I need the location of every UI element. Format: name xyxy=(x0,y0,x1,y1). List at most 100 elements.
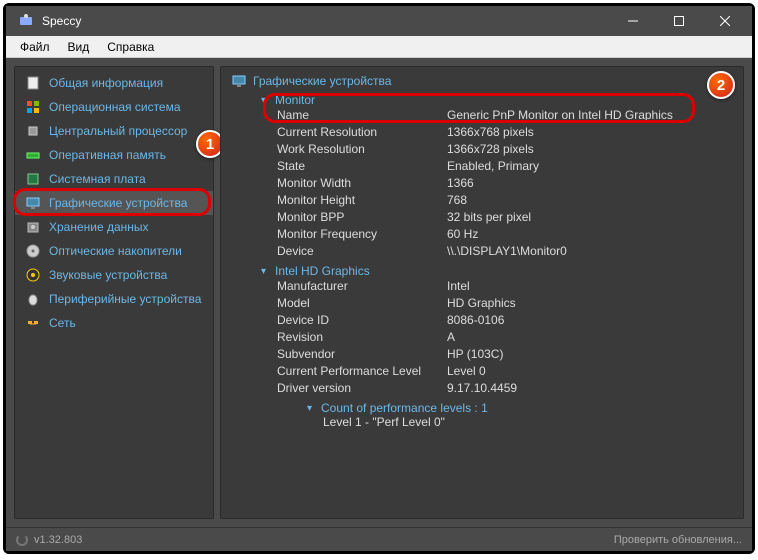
sidebar: Общая информация Операционная система Це… xyxy=(14,66,214,519)
menu-file[interactable]: Файл xyxy=(12,38,58,56)
version-label: v1.32.803 xyxy=(34,534,82,546)
hdd-icon xyxy=(25,219,41,235)
motherboard-icon xyxy=(25,171,41,187)
chevron-down-icon: ▾ xyxy=(261,95,271,106)
property-row: Monitor Height768 xyxy=(277,192,733,209)
check-updates-link[interactable]: Проверить обновления... xyxy=(614,534,742,546)
main-panel: Графические устройства ▾Monitor NameGene… xyxy=(220,66,744,519)
status-left: v1.32.803 xyxy=(16,534,82,546)
sidebar-item-cpu[interactable]: Центральный процессор xyxy=(15,119,213,143)
minimize-button[interactable] xyxy=(610,6,656,36)
property-row: Current Resolution1366x768 pixels xyxy=(277,124,733,141)
sidebar-item-label: Общая информация xyxy=(49,76,163,90)
menu-view[interactable]: Вид xyxy=(60,38,98,56)
property-key: Work Resolution xyxy=(277,141,447,158)
sidebar-item-summary[interactable]: Общая информация xyxy=(15,71,213,95)
clipboard-icon xyxy=(25,75,41,91)
property-row: Monitor BPP32 bits per pixel xyxy=(277,209,733,226)
property-value: Enabled, Primary xyxy=(447,158,733,175)
sidebar-item-label: Центральный процессор xyxy=(49,124,187,138)
property-value: HP (103C) xyxy=(447,346,733,363)
section-heading[interactable]: Графические устройства xyxy=(231,73,733,89)
monitor-properties: NameGeneric PnP Monitor on Intel HD Grap… xyxy=(277,107,733,260)
sidebar-item-optical[interactable]: Оптические накопители xyxy=(15,239,213,263)
property-key: Manufacturer xyxy=(277,278,447,295)
disc-icon xyxy=(25,243,41,259)
sidebar-item-label: Звуковые устройства xyxy=(49,268,167,282)
property-value: HD Graphics xyxy=(447,295,733,312)
ram-icon xyxy=(25,147,41,163)
titlebar: Speccy xyxy=(6,6,752,36)
maximize-button[interactable] xyxy=(656,6,702,36)
app-title: Speccy xyxy=(42,14,610,28)
sidebar-item-peripherals[interactable]: Периферийные устройства xyxy=(15,287,213,311)
property-value: Level 0 xyxy=(447,363,733,380)
gpu-properties: ManufacturerIntel ModelHD Graphics Devic… xyxy=(277,278,733,397)
property-key: Model xyxy=(277,295,447,312)
windows-icon xyxy=(25,99,41,115)
mouse-icon xyxy=(25,291,41,307)
property-key: Current Performance Level xyxy=(277,363,447,380)
sidebar-item-label: Оптические накопители xyxy=(49,244,182,258)
sidebar-item-label: Системная плата xyxy=(49,172,146,186)
property-row: ManufacturerIntel xyxy=(277,278,733,295)
perf-level: Level 1 - "Perf Level 0" xyxy=(323,415,733,429)
property-key: Device xyxy=(277,243,447,260)
property-row: Work Resolution1366x728 pixels xyxy=(277,141,733,158)
property-row: Monitor Frequency60 Hz xyxy=(277,226,733,243)
sidebar-item-label: Сеть xyxy=(49,316,76,330)
spinner-icon xyxy=(16,534,28,546)
monitor-icon xyxy=(25,195,41,211)
app-icon xyxy=(18,13,34,29)
gpu-heading[interactable]: ▾Intel HD Graphics xyxy=(261,264,733,278)
sidebar-item-label: Операционная система xyxy=(49,100,181,114)
property-value: 9.17.10.4459 xyxy=(447,380,733,397)
monitor-section: ▾Monitor NameGeneric PnP Monitor on Inte… xyxy=(261,93,733,260)
property-key: Name xyxy=(277,107,447,124)
sidebar-item-ram[interactable]: Оперативная память xyxy=(15,143,213,167)
property-value: 60 Hz xyxy=(447,226,733,243)
perf-heading[interactable]: ▾Count of performance levels : 1 xyxy=(307,401,733,415)
property-row: SubvendorHP (103C) xyxy=(277,346,733,363)
sidebar-item-os[interactable]: Операционная система xyxy=(15,95,213,119)
property-value: 1366x768 pixels xyxy=(447,124,733,141)
property-key: Monitor Width xyxy=(277,175,447,192)
property-row: NameGeneric PnP Monitor on Intel HD Grap… xyxy=(277,107,733,124)
property-row: Driver version9.17.10.4459 xyxy=(277,380,733,397)
sidebar-item-motherboard[interactable]: Системная плата xyxy=(15,167,213,191)
property-row: Device\\.\DISPLAY1\Monitor0 xyxy=(277,243,733,260)
property-key: Monitor BPP xyxy=(277,209,447,226)
property-key: Monitor Frequency xyxy=(277,226,447,243)
cpu-icon xyxy=(25,123,41,139)
property-value: 32 bits per pixel xyxy=(447,209,733,226)
property-value: 1366x728 pixels xyxy=(447,141,733,158)
property-row: Device ID8086-0106 xyxy=(277,312,733,329)
monitor-heading[interactable]: ▾Monitor xyxy=(261,93,733,107)
sidebar-item-label: Графические устройства xyxy=(49,196,187,210)
property-row: RevisionA xyxy=(277,329,733,346)
chevron-down-icon: ▾ xyxy=(261,266,271,277)
property-value: \\.\DISPLAY1\Monitor0 xyxy=(447,243,733,260)
property-value: 768 xyxy=(447,192,733,209)
property-key: Revision xyxy=(277,329,447,346)
sidebar-item-audio[interactable]: Звуковые устройства xyxy=(15,263,213,287)
network-icon xyxy=(25,315,41,331)
property-row: Monitor Width1366 xyxy=(277,175,733,192)
menu-help[interactable]: Справка xyxy=(99,38,162,56)
close-button[interactable] xyxy=(702,6,748,36)
sidebar-item-graphics[interactable]: Графические устройства xyxy=(15,191,213,215)
sidebar-item-storage[interactable]: Хранение данных xyxy=(15,215,213,239)
statusbar: v1.32.803 Проверить обновления... xyxy=(6,527,752,551)
app-window: Speccy Файл Вид Справка Общая информация… xyxy=(3,3,755,554)
sidebar-item-label: Хранение данных xyxy=(49,220,149,234)
property-value: 8086-0106 xyxy=(447,312,733,329)
property-key: Subvendor xyxy=(277,346,447,363)
property-value: Generic PnP Monitor on Intel HD Graphics xyxy=(447,107,733,124)
section-title: Графические устройства xyxy=(253,74,391,88)
sidebar-item-label: Оперативная память xyxy=(49,148,166,162)
property-key: State xyxy=(277,158,447,175)
sidebar-item-network[interactable]: Сеть xyxy=(15,311,213,335)
property-row: StateEnabled, Primary xyxy=(277,158,733,175)
property-row: ModelHD Graphics xyxy=(277,295,733,312)
window-controls xyxy=(610,6,748,36)
